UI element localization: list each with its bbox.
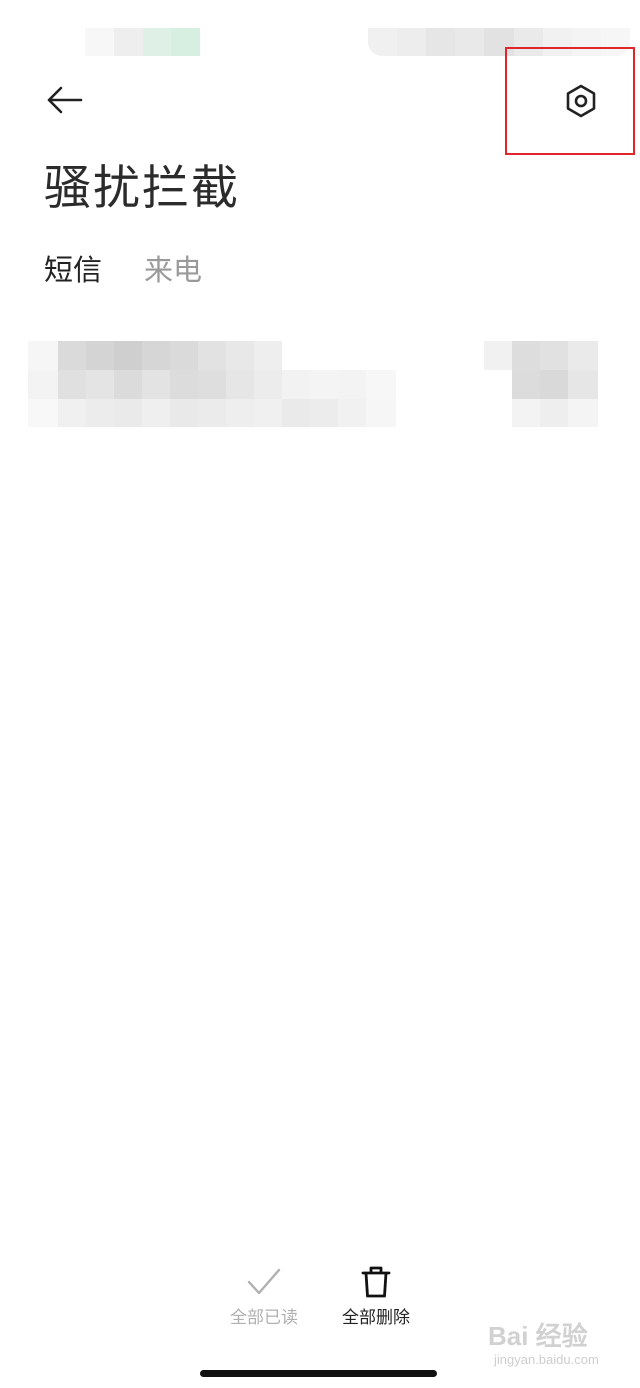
status-bar-time-obscured bbox=[85, 28, 200, 56]
list-item-obscured[interactable] bbox=[28, 341, 603, 429]
watermark-brand: Bai 经验 bbox=[488, 1321, 588, 1351]
tab-calls[interactable]: 来电 bbox=[144, 250, 202, 290]
tab-bar: 短信 来电 bbox=[44, 250, 202, 290]
annotation-highlight-box bbox=[505, 47, 635, 155]
mark-all-read-button[interactable]: 全部已读 bbox=[216, 1262, 312, 1330]
trash-icon bbox=[361, 1266, 391, 1298]
delete-all-label: 全部删除 bbox=[342, 1308, 410, 1328]
watermark-url: jingyan.baidu.com bbox=[494, 1352, 599, 1367]
back-button[interactable] bbox=[44, 82, 84, 118]
page-title: 骚扰拦截 bbox=[44, 161, 240, 216]
delete-all-button[interactable]: 全部删除 bbox=[328, 1262, 424, 1330]
checkmark-icon bbox=[247, 1268, 281, 1295]
mark-all-read-label: 全部已读 bbox=[230, 1308, 298, 1328]
tab-sms[interactable]: 短信 bbox=[44, 250, 102, 290]
watermark-logo: Bai 经验 jingyan.baidu.com bbox=[488, 1316, 618, 1378]
arrow-left-icon bbox=[47, 86, 83, 114]
home-indicator[interactable] bbox=[200, 1370, 437, 1377]
